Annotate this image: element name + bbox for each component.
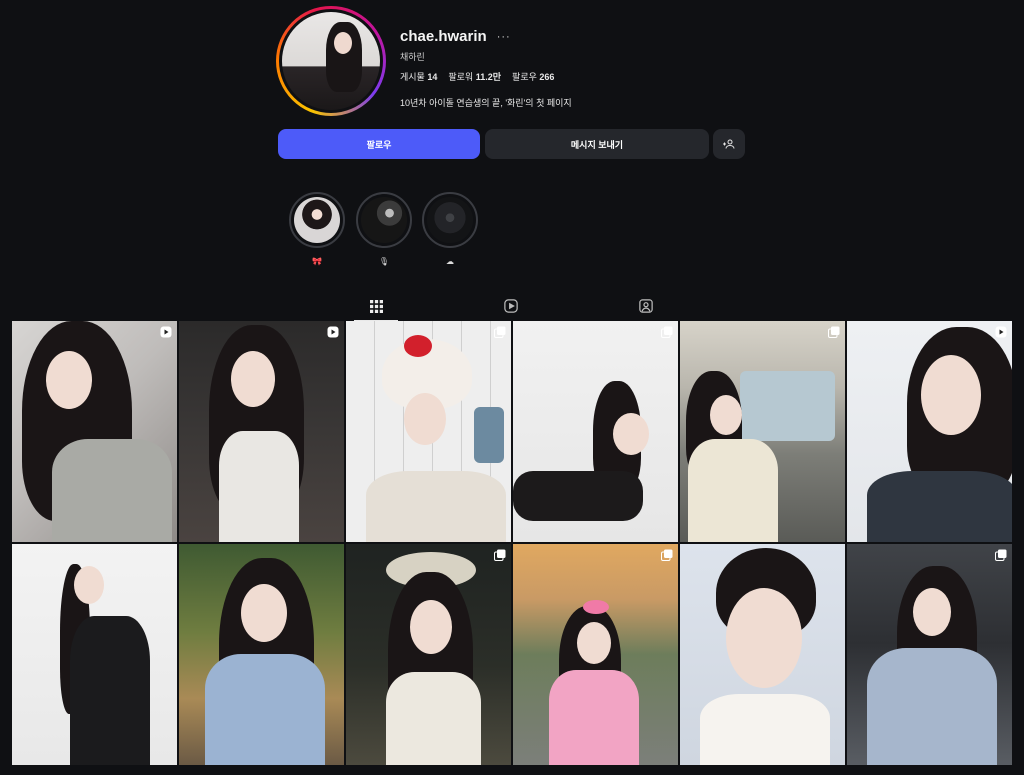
profile-stats: 게시물 14 팔로워 11.2만 팔로우 266: [400, 70, 554, 83]
highlight-2[interactable]: 🎙: [356, 192, 412, 267]
reels-icon: [160, 326, 172, 338]
carousel-icon: [494, 549, 506, 561]
bow-icon: 🎀: [312, 257, 322, 266]
suggest-users-button[interactable]: [713, 129, 745, 159]
post-tile[interactable]: [179, 321, 344, 542]
post-tile[interactable]: [847, 544, 1012, 765]
post-tile[interactable]: [346, 544, 511, 765]
reels-icon: [995, 326, 1007, 338]
posts-count: 게시물 14: [400, 72, 438, 82]
posts-grid: [12, 321, 1012, 765]
carousel-icon: [661, 326, 673, 338]
grid-icon: [369, 299, 383, 313]
carousel-icon: [828, 326, 840, 338]
avatar[interactable]: [276, 6, 386, 116]
tab-tagged[interactable]: [631, 294, 661, 318]
post-tile[interactable]: [513, 544, 678, 765]
following-count[interactable]: 팔로우 266: [512, 70, 554, 83]
highlight-ring: [289, 192, 345, 248]
bio: 10년차 아이돌 연습생의 끝, '화린'의 첫 페이지: [400, 98, 572, 108]
highlight-cover: [294, 197, 340, 243]
highlight-cover: [427, 197, 473, 243]
full-name: 채하린: [400, 52, 425, 62]
post-tile[interactable]: [680, 544, 845, 765]
cloud-icon: ☁: [446, 257, 454, 266]
highlight-cover: [361, 197, 407, 243]
more-options-icon[interactable]: ···: [497, 31, 511, 43]
tab-reels[interactable]: [496, 294, 526, 318]
avatar-photo: [282, 12, 380, 110]
highlight-ring: [356, 192, 412, 248]
message-button[interactable]: 메시지 보내기: [485, 129, 709, 159]
carousel-icon: [661, 549, 673, 561]
reels-icon: [504, 299, 518, 313]
highlight-3[interactable]: ☁: [422, 192, 478, 267]
post-tile[interactable]: [12, 544, 177, 765]
microphone-icon: 🎙: [378, 257, 390, 266]
tab-posts[interactable]: [354, 294, 398, 321]
post-tile[interactable]: [513, 321, 678, 542]
follow-button[interactable]: 팔로우: [278, 129, 480, 159]
carousel-icon: [995, 549, 1007, 561]
avatar-frame: [279, 9, 383, 113]
carousel-icon: [494, 326, 506, 338]
post-tile[interactable]: [847, 321, 1012, 542]
followers-count[interactable]: 팔로워 11.2만: [448, 70, 501, 83]
add-user-icon: [723, 139, 735, 149]
post-tile[interactable]: [680, 321, 845, 542]
post-tile[interactable]: [12, 321, 177, 542]
highlight-1[interactable]: 🎀: [289, 192, 345, 267]
post-tile[interactable]: [179, 544, 344, 765]
post-tile[interactable]: [346, 321, 511, 542]
username-row: chae.hwarin ···: [400, 28, 511, 45]
profile-tabs: [0, 294, 1024, 321]
tagged-icon: [639, 299, 653, 313]
reels-icon: [327, 326, 339, 338]
username: chae.hwarin: [400, 28, 487, 45]
highlight-ring: [422, 192, 478, 248]
